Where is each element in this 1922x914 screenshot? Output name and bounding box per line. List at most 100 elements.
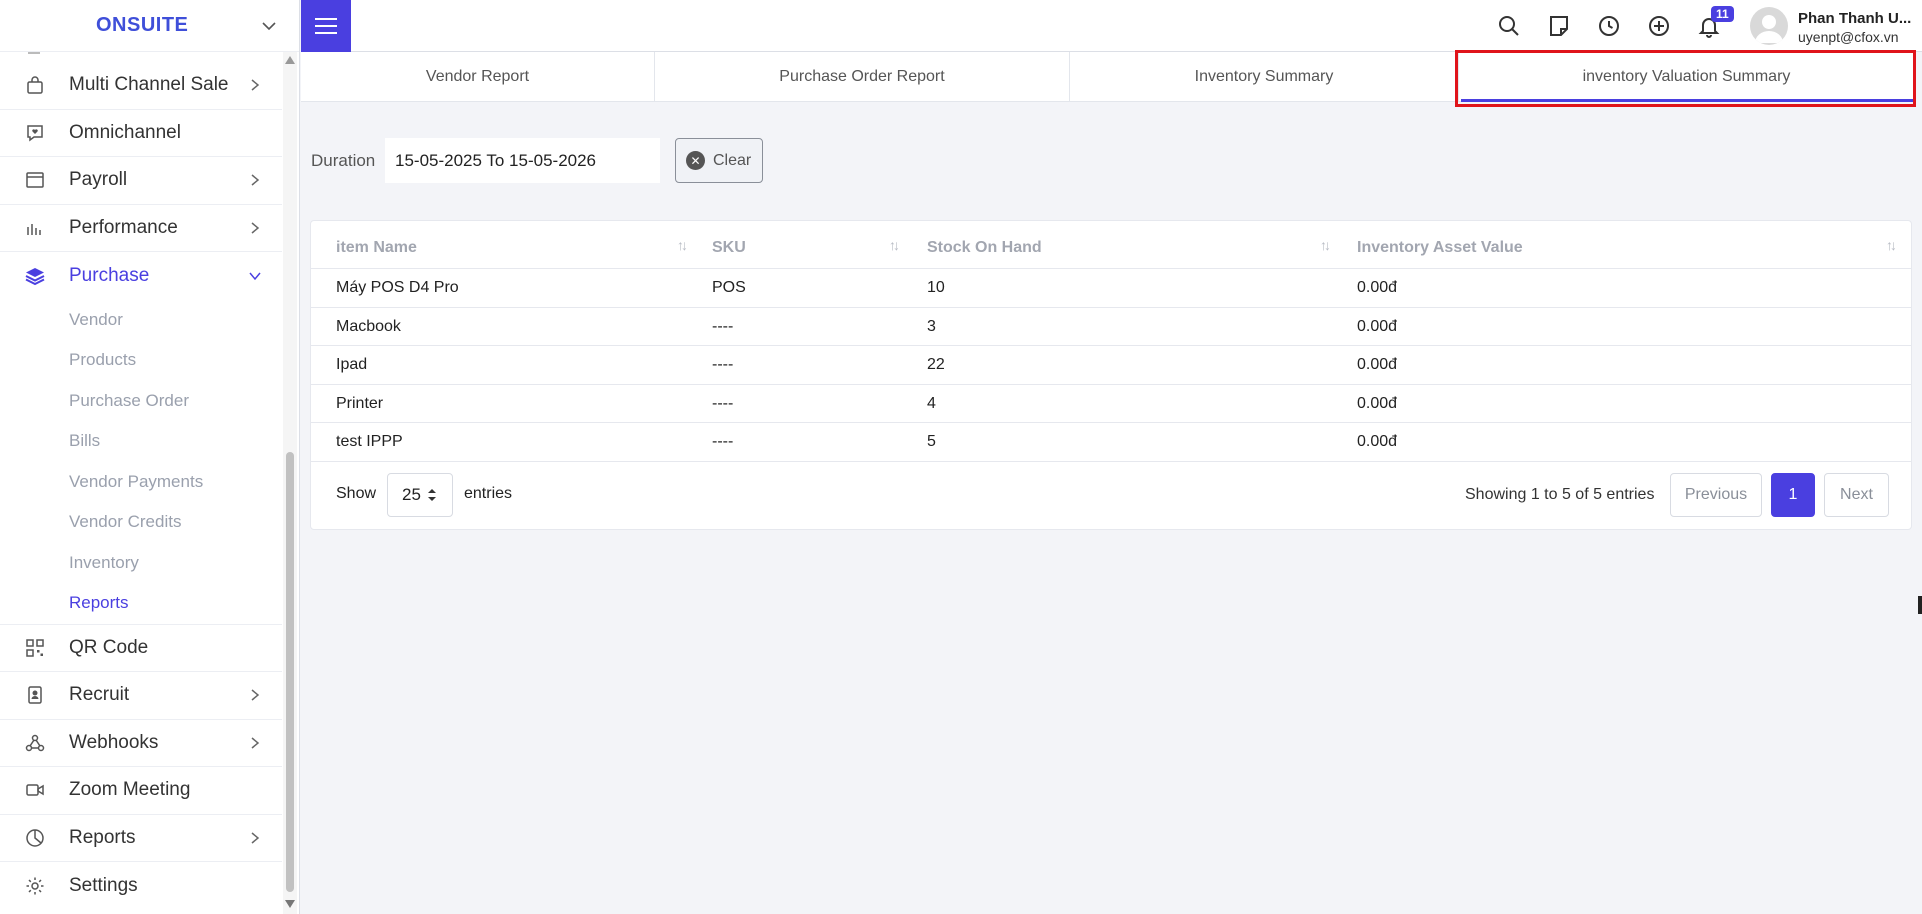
cell-sku: ----: [712, 356, 734, 373]
clear-button[interactable]: ✕ Clear: [675, 138, 763, 183]
id-badge-icon: [24, 684, 46, 706]
sort-icon[interactable]: ↑↓: [889, 237, 900, 253]
user-name[interactable]: Phan Thanh U...: [1798, 10, 1911, 27]
sidebar-item-multi-channel-sale[interactable]: Multi Channel Sale: [0, 62, 282, 110]
entries-label: entries: [464, 485, 513, 502]
sidebar-item-payroll[interactable]: Payroll: [0, 157, 282, 205]
search-icon[interactable]: [1497, 14, 1521, 38]
sort-icon[interactable]: ↑↓: [1886, 237, 1897, 253]
sidebar-item-zoom-meeting[interactable]: Zoom Meeting: [0, 767, 282, 815]
chat-heart-icon: [24, 122, 46, 144]
sidebar-item-purchase[interactable]: Purchase: [0, 252, 282, 300]
sidebar-item-label: Recruit: [69, 684, 130, 706]
submenu-item-products[interactable]: Products: [0, 340, 282, 381]
brand-name: ONSUITE: [96, 14, 189, 36]
column-header-item-name[interactable]: item Name: [336, 239, 417, 257]
chevron-right-icon: [251, 737, 260, 749]
tab-vendor-report[interactable]: Vendor Report: [301, 52, 655, 102]
sidebar-item-settings[interactable]: Settings: [0, 862, 282, 910]
cell-stock-on-hand: 10: [927, 279, 945, 296]
add-circle-icon[interactable]: [1647, 14, 1671, 38]
cell-inventory-asset-value: 0.00đ: [1357, 279, 1398, 296]
sidebar-item-label: Zoom Meeting: [69, 779, 191, 801]
tab-purchase-order-report[interactable]: Purchase Order Report: [655, 52, 1070, 102]
cell-sku: ----: [712, 317, 734, 335]
purchase-submenu: Vendor Products Purchase Order Bills Ven…: [0, 300, 282, 625]
scroll-down-arrow-icon[interactable]: [285, 900, 295, 908]
cell-stock-on-hand: 3: [927, 317, 936, 335]
submenu-item-vendor-payments[interactable]: Vendor Payments: [0, 462, 282, 503]
submenu-item-vendor[interactable]: Vendor: [0, 300, 282, 341]
cell-inventory-asset-value: 0.00đ: [1357, 394, 1398, 412]
cell-inventory-asset-value: 0.00đ: [1357, 317, 1398, 335]
shopping-bag-icon: [24, 74, 46, 96]
table-row: Macbook ---- 3 0.00đ: [311, 308, 1911, 346]
sidebar-item-label: Omnichannel: [69, 121, 181, 143]
cell-sku: ----: [712, 433, 734, 450]
submenu-item-vendor-credits[interactable]: Vendor Credits: [0, 502, 282, 543]
previous-page-button[interactable]: Previous: [1670, 473, 1762, 517]
submenu-item-purchase-order[interactable]: Purchase Order: [0, 381, 282, 422]
sidebar-item-label: Reports: [69, 826, 136, 848]
sidebar-scrollbar[interactable]: [283, 52, 297, 914]
cell-stock-on-hand: 4: [927, 394, 936, 412]
text-cursor-mark: [1918, 596, 1922, 614]
sidebar-nav: Multi Channel Sale Omnichannel Payroll P…: [0, 52, 282, 910]
submenu-item-inventory[interactable]: Inventory: [0, 543, 282, 584]
column-header-stock-on-hand[interactable]: Stock On Hand: [927, 239, 1042, 257]
user-email: uyenpt@cfox.vn: [1798, 29, 1899, 45]
sidebar-item-reports[interactable]: Reports: [0, 815, 282, 862]
clear-button-label: Clear: [713, 151, 752, 169]
cell-item-name: Macbook: [336, 317, 401, 335]
sticky-note-icon[interactable]: [1547, 14, 1571, 38]
table-row: Máy POS D4 Pro POS 10 0.00đ: [311, 269, 1911, 308]
tab-inventory-summary[interactable]: Inventory Summary: [1070, 52, 1459, 102]
chevron-right-icon: [251, 79, 260, 91]
sidebar-item-label: Purchase: [69, 264, 150, 286]
chevron-down-icon: [249, 272, 261, 280]
column-header-inventory-asset-value[interactable]: Inventory Asset Value: [1357, 239, 1523, 257]
cell-inventory-asset-value: 0.00đ: [1357, 433, 1398, 450]
sidebar-item-label: Payroll: [69, 169, 128, 191]
notification-badge: 11: [1711, 6, 1734, 22]
scrollbar-thumb[interactable]: [286, 452, 294, 892]
page-size-select[interactable]: 25: [387, 473, 453, 517]
sidebar-item-omnichannel[interactable]: Omnichannel: [0, 110, 282, 157]
cell-sku: ----: [712, 394, 734, 412]
table-row: Printer ---- 4 0.00đ: [311, 385, 1911, 423]
submenu-item-reports[interactable]: Reports: [0, 583, 282, 624]
column-header-sku[interactable]: SKU: [712, 239, 746, 257]
brand-header[interactable]: ONSUITE: [0, 0, 299, 52]
show-label: Show: [336, 485, 377, 502]
scroll-up-arrow-icon[interactable]: [285, 56, 295, 64]
next-page-button[interactable]: Next: [1824, 473, 1889, 517]
sidebar-item-label: Multi Channel Sale: [69, 74, 229, 96]
sidebar-item-webhooks[interactable]: Webhooks: [0, 720, 282, 767]
cell-sku: POS: [712, 279, 746, 296]
layers-icon: [24, 265, 46, 287]
user-avatar-icon: [1755, 15, 1783, 43]
cell-stock-on-hand: 22: [927, 356, 945, 373]
pagination-info: Showing 1 to 5 of 5 entries: [1465, 486, 1655, 503]
chevron-down-icon[interactable]: [260, 17, 278, 35]
table-row: Ipad ---- 22 0.00đ: [311, 346, 1911, 385]
avatar[interactable]: [1750, 7, 1788, 45]
video-camera-icon: [24, 779, 46, 801]
qr-code-icon: [24, 637, 46, 659]
sidebar-item-qr-code[interactable]: QR Code: [0, 625, 282, 672]
pie-chart-icon: [24, 827, 46, 849]
top-bar: 11 Phan Thanh U... uyenpt@cfox.vn: [301, 0, 1922, 52]
sidebar-item-label: QR Code: [69, 636, 149, 658]
menu-toggle-button[interactable]: [301, 0, 351, 52]
submenu-item-bills[interactable]: Bills: [0, 421, 282, 462]
sidebar-item-label: Webhooks: [69, 731, 159, 753]
sidebar-item-recruit[interactable]: Recruit: [0, 672, 282, 720]
sort-icon[interactable]: ↑↓: [1320, 237, 1331, 253]
clock-icon[interactable]: [1597, 14, 1621, 38]
duration-date-range-input[interactable]: [385, 138, 660, 183]
sidebar-item-performance[interactable]: Performance: [0, 205, 282, 252]
sort-icon[interactable]: ↑↓: [677, 237, 688, 253]
table-row: test IPPP ---- 5 0.00đ: [311, 423, 1911, 462]
sidebar-item-label: Performance: [69, 216, 178, 238]
page-1-button[interactable]: 1: [1771, 473, 1815, 517]
